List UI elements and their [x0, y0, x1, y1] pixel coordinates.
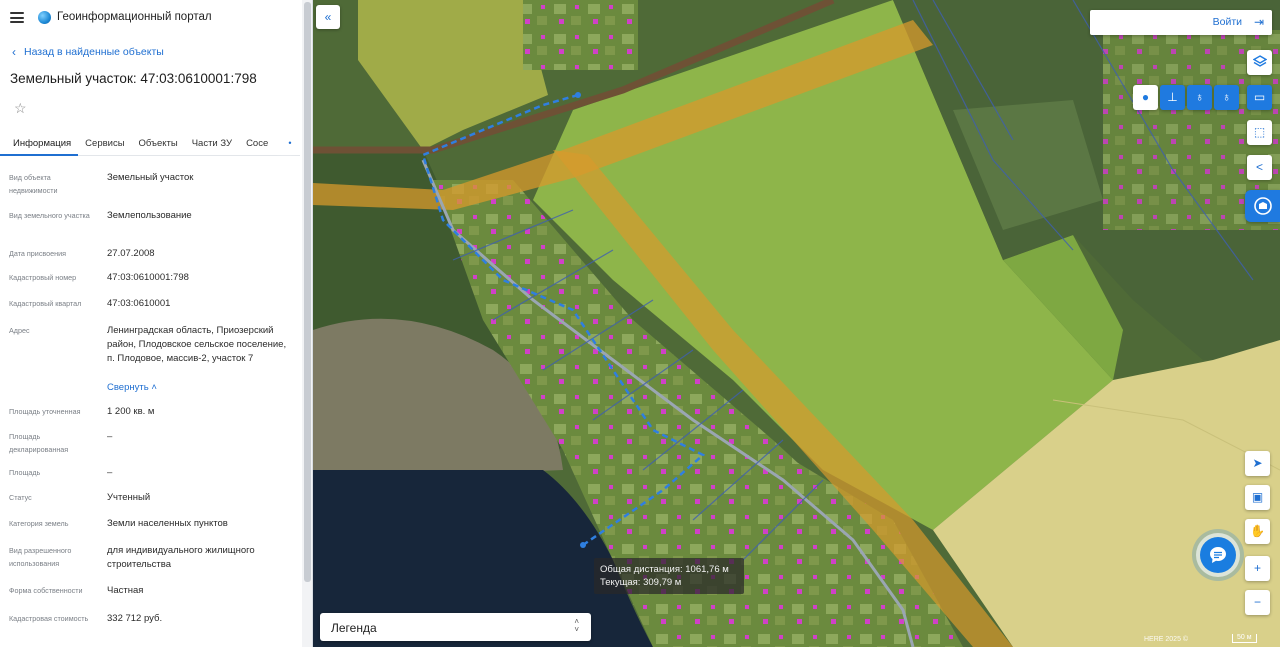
tab-parts[interactable]: Части ЗУ [185, 130, 239, 156]
chevron-up-icon: ˄ [151, 382, 157, 393]
field-label: Площадь уточненная [9, 407, 81, 416]
app-title: Геоинформационный портал [57, 11, 212, 23]
field-value: – [107, 467, 113, 478]
tabs-scroll-icon[interactable]: • [282, 134, 298, 152]
field-label: Вид разрешенного использования [9, 546, 72, 568]
field-label: Площадь [9, 468, 41, 477]
collapse-panel-button[interactable]: « [316, 5, 340, 29]
map-scale: 50 м [1232, 634, 1257, 643]
measure-current: Текущая: 309,79 м [600, 577, 682, 588]
field-value: 1 200 кв. м [107, 406, 155, 417]
collapse-address-link[interactable]: Свернуть ˄ [107, 381, 292, 395]
field-value: 47:03:0610001:798 [107, 272, 189, 283]
cadastre-button[interactable] [1245, 190, 1280, 222]
field-value: Землепользование [107, 210, 192, 221]
field-label: Дата присвоения [9, 249, 67, 258]
field-value: Земли населенных пунктов [107, 518, 228, 529]
zoom-out-button[interactable]: − [1245, 590, 1270, 615]
login-icon[interactable]: ⇥ [1254, 15, 1264, 29]
top-bar: Геоинформационный портал [0, 0, 312, 36]
field-label: Статус [9, 493, 32, 502]
share-icon: < [1255, 160, 1263, 174]
draw-point-button[interactable]: ● [1133, 85, 1158, 110]
select-area-icon: ⬚ [1253, 125, 1266, 139]
locate-button[interactable]: ➤ [1245, 451, 1270, 476]
measure-tooltip: Общая дистанция: 1061,76 м Текущая: 309,… [594, 558, 744, 594]
zoom-in-icon: + [1253, 561, 1261, 575]
field-label: Адрес [9, 326, 30, 335]
layers-button[interactable] [1247, 50, 1272, 75]
locate-icon: ➤ [1252, 456, 1263, 470]
select-area-button[interactable]: ⬚ [1247, 120, 1272, 145]
chat-icon [1210, 547, 1226, 563]
measure-total: Общая дистанция: 1061,76 м [600, 564, 729, 575]
chevron-updown-icon: ˄ ˅ [574, 617, 579, 634]
scrollbar-thumb[interactable] [304, 2, 311, 582]
print-icon: ▣ [1251, 490, 1264, 504]
zoom-in-button[interactable]: + [1245, 556, 1270, 581]
hand-button[interactable]: ✋ [1245, 519, 1270, 544]
field-label: Кадастровый номер [9, 273, 77, 282]
menu-icon[interactable] [10, 12, 24, 23]
measure-point[interactable] [580, 542, 586, 548]
info-tabs: Информация Сервисы Объекты Части ЗУ Сосе [0, 130, 300, 156]
field-value: Ленинградская область, Приозерский район… [107, 325, 287, 364]
field-value: Земельный участок [107, 172, 194, 183]
marker-button[interactable]: ♁ [1187, 85, 1212, 110]
cadastre-icon [1253, 197, 1272, 215]
marker-outline-icon: ♁ [1222, 90, 1231, 104]
layers-icon [1252, 55, 1267, 67]
field-label: Форма собственности [9, 586, 83, 595]
ruler-icon: ▭ [1253, 90, 1266, 104]
print-button[interactable]: ▣ [1245, 485, 1270, 510]
chevron-left-icon: ‹ [12, 45, 16, 59]
zoom-out-icon: − [1253, 595, 1261, 609]
field-label: Вид объекта недвижимости [9, 173, 58, 195]
marker-icon: ♁ [1195, 90, 1204, 104]
field-label: Вид земельного участка [9, 211, 90, 220]
line-icon: ⊥ [1167, 90, 1178, 104]
app-root: Геоинформационный портал ‹ Назад в найде… [0, 0, 1280, 647]
ruler-button[interactable]: ▭ [1247, 85, 1272, 110]
share-button[interactable]: < [1247, 155, 1272, 180]
field-label: Кадастровый квартал [9, 299, 82, 308]
field-value: – [107, 431, 113, 442]
field-label: Площадь декларированная [9, 432, 69, 454]
field-label: Кадастровая стоимость [9, 614, 89, 623]
legend-label: Легенда [331, 621, 377, 635]
login-label[interactable]: Войти [1213, 16, 1242, 28]
globe-logo-icon [38, 11, 51, 24]
back-label: Назад в найденные объекты [24, 46, 164, 58]
map-attribution: HERE 2025 © [1144, 636, 1189, 643]
tab-info[interactable]: Информация [0, 130, 79, 156]
collapse-panel-icon: « [324, 10, 332, 24]
object-title: Земельный участок: 47:03:0610001:798 [10, 71, 257, 86]
field-value: 332 712 руб. [107, 613, 163, 624]
star-icon[interactable]: ☆ [14, 100, 27, 117]
field-value: 47:03:0610001 [107, 298, 171, 309]
marker-outline-button[interactable]: ♁ [1214, 85, 1239, 110]
draw-line-button[interactable]: ⊥ [1160, 85, 1185, 110]
hand-icon: ✋ [1250, 524, 1265, 538]
chat-button[interactable] [1200, 537, 1236, 573]
point-icon: ● [1141, 90, 1150, 104]
legend-select[interactable]: Легенда ˄ ˅ [320, 613, 591, 641]
info-panel: Геоинформационный портал ‹ Назад в найде… [0, 0, 313, 647]
field-value: 27.07.2008 [107, 248, 155, 259]
login-box[interactable]: Войти ⇥ [1090, 10, 1272, 35]
tab-neighbors[interactable]: Сосе [239, 130, 275, 156]
tab-services[interactable]: Сервисы [78, 130, 131, 156]
field-label: Категория земель [9, 519, 69, 528]
measure-point[interactable] [575, 92, 581, 98]
tab-objects[interactable]: Объекты [132, 130, 185, 156]
panel-scrollbar[interactable] [302, 0, 312, 647]
field-value: для индивидуального жилищного строительс… [107, 545, 255, 570]
top-village-plots [523, 0, 638, 70]
field-value: Частная [107, 585, 144, 596]
collapse-label: Свернуть [107, 382, 149, 393]
back-to-results-link[interactable]: ‹ Назад в найденные объекты [12, 45, 164, 59]
field-value: Учтенный [107, 492, 151, 503]
